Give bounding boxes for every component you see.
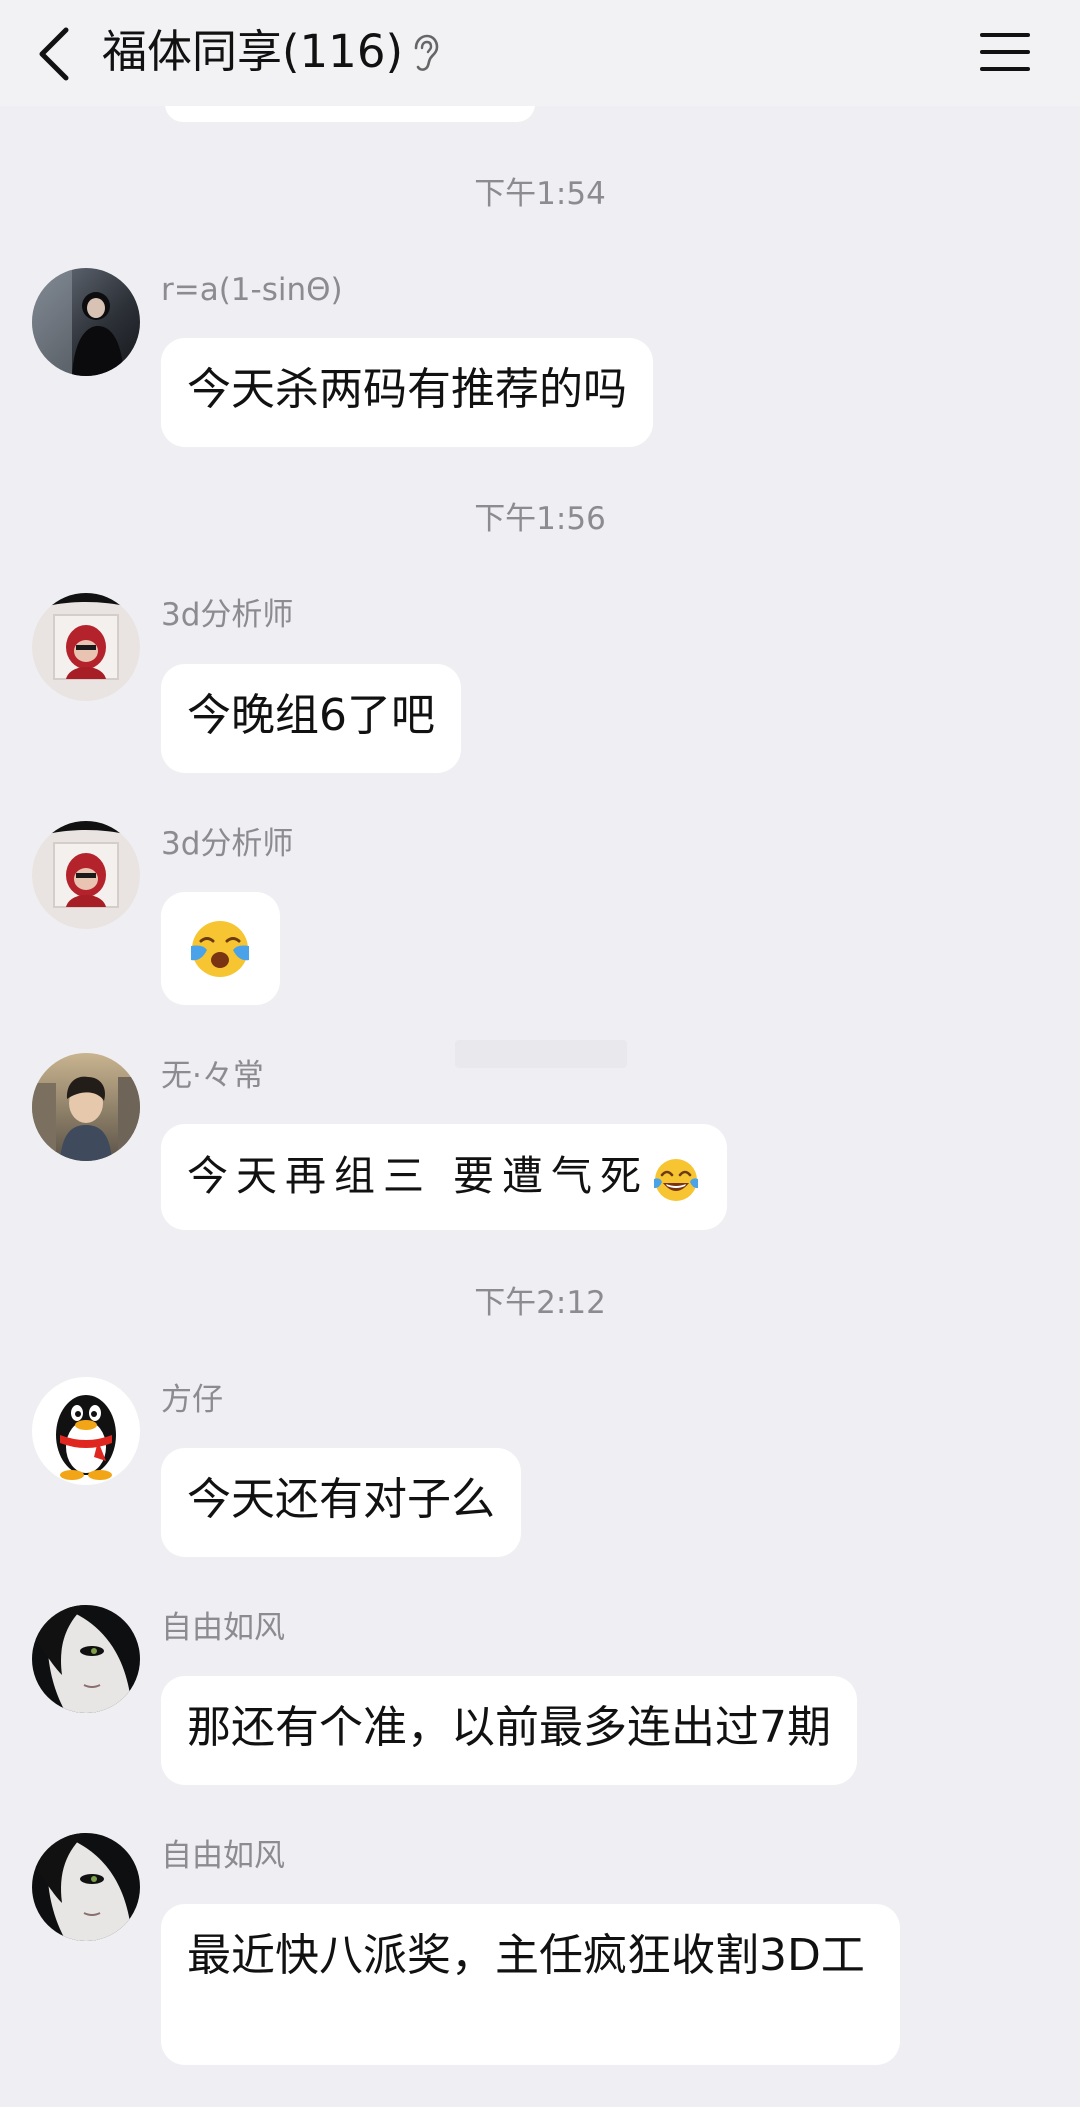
qq-penguin-avatar[interactable]	[32, 1377, 140, 1485]
anime-boy-avatar[interactable]	[32, 1053, 140, 1161]
dark-face-avatar[interactable]	[32, 1833, 140, 1941]
tears-of-joy-icon	[654, 1158, 699, 1201]
sender-name: 3d分析师	[161, 597, 294, 633]
message-text: 最近快八派奖，主任疯狂收割3D工	[187, 1930, 865, 1981]
timestamp: 下午2:12	[474, 1285, 606, 1321]
message-bubble[interactable]: 最近快八派奖，主任疯狂收割3D工	[161, 1904, 900, 2065]
sender-name: 3d分析师	[161, 826, 294, 862]
timestamp: 下午1:56	[474, 501, 606, 537]
woman-photo-avatar[interactable]	[32, 268, 140, 376]
message-text: 今天还有对子么	[187, 1474, 495, 1525]
emoji-message-bubble[interactable]	[161, 892, 280, 1005]
message-text: 今天再组三 要遭气死	[187, 1152, 650, 1200]
sender-name: r=a(1-sinΘ)	[161, 272, 343, 308]
timestamp: 下午1:54	[474, 176, 606, 212]
red-hood-girl-avatar[interactable]	[32, 821, 140, 929]
sender-name: 自由如风	[161, 1838, 285, 1874]
sender-name: 无·々常	[161, 1058, 264, 1094]
hamburger-menu-icon	[980, 33, 1030, 71]
loudly-crying-face-icon	[191, 921, 249, 977]
chat-title[interactable]: 福体同享(116)	[102, 22, 403, 82]
chevron-left-icon	[39, 27, 69, 81]
message-bubble[interactable]: 今天再组三 要遭气死	[161, 1124, 728, 1230]
sender-name: 自由如风	[161, 1610, 285, 1646]
back-button[interactable]	[34, 26, 78, 82]
message-bubble[interactable]: 今天杀两码有推荐的吗	[161, 338, 653, 447]
dark-face-avatar[interactable]	[32, 1605, 140, 1713]
sender-name: 方仔	[161, 1382, 223, 1418]
message-text: 那还有个准，以前最多连出过7期	[187, 1702, 831, 1753]
red-hood-girl-avatar[interactable]	[32, 593, 140, 701]
message-bubble[interactable]: 今晚组6了吧	[161, 664, 461, 773]
message-bubble[interactable]: 今天还有对子么	[161, 1448, 521, 1557]
ear-icon[interactable]	[410, 34, 440, 72]
message-text: 今天杀两码有推荐的吗	[187, 364, 627, 415]
message-text: 今晚组6了吧	[187, 690, 435, 741]
menu-button[interactable]	[978, 30, 1032, 74]
message-bubble[interactable]: 那还有个准，以前最多连出过7期	[161, 1676, 857, 1785]
chat-header: 福体同享(116)	[0, 0, 1080, 106]
watermark	[455, 1040, 627, 1068]
